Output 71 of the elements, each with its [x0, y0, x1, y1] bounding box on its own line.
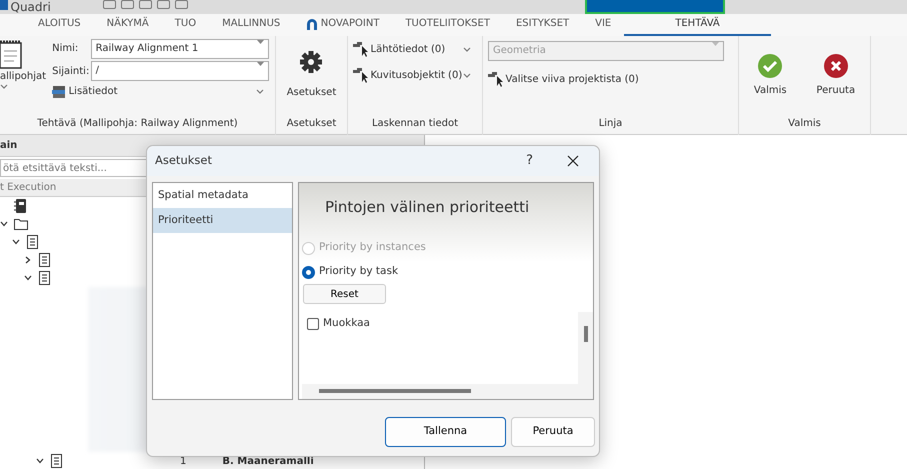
folder-icon: [14, 217, 28, 231]
group-label: Linja: [598, 117, 624, 131]
close-icon[interactable]: [567, 155, 579, 168]
field-label: Sijainti:: [52, 64, 88, 78]
cursor-pick-icon: [353, 41, 368, 57]
vertical-scrollbar[interactable]: [578, 312, 593, 384]
document-icon: [26, 235, 40, 249]
group-label: Valmis: [787, 117, 822, 131]
cursor-pick-icon: [488, 71, 503, 87]
chevron-down-icon[interactable]: [36, 457, 44, 465]
help-button[interactable]: ?: [526, 151, 533, 171]
document-icon: [50, 454, 64, 468]
settings-button[interactable]: Asetukset: [280, 36, 342, 115]
chevron-down-icon[interactable]: [12, 238, 20, 246]
caret-icon: [256, 40, 264, 44]
group-label: Asetukset: [286, 117, 338, 131]
field-label: Nimi:: [52, 42, 80, 56]
document-icon: [38, 253, 52, 267]
ribbon-tab[interactable]: VIE: [582, 14, 624, 36]
books-icon: [52, 84, 66, 98]
document-icon: [38, 271, 52, 285]
group-label: Laskennan tiedot: [370, 117, 460, 131]
toolbar-icon[interactable]: [139, 0, 152, 9]
pick-line-button[interactable]: Valitse viiva projektista (0): [488, 71, 738, 87]
toolbar-icon[interactable]: [103, 0, 116, 9]
caret-icon: [0, 84, 8, 88]
chevron-icon: [463, 72, 471, 78]
tree-item-label: B. Maaneramalli: [222, 454, 314, 468]
cancel-button[interactable]: Peruuta: [810, 54, 862, 98]
chevron-icon: [256, 88, 264, 94]
horizontal-scrollbar[interactable]: [302, 384, 593, 399]
radio-option[interactable]: Priority by task: [299, 260, 593, 284]
chevron-right-icon[interactable]: [24, 256, 32, 264]
toolbar-icon[interactable]: [175, 0, 188, 9]
ribbon-tab[interactable]: TUOTELIITOKSET: [392, 14, 503, 36]
ribbon-tab[interactable]: TUO: [162, 14, 210, 36]
app-logo-icon: [0, 0, 8, 10]
notebook-icon: [14, 199, 28, 213]
close-circle-icon: [824, 54, 848, 78]
chevron-icon: [463, 46, 471, 52]
context-tab[interactable]: [585, 0, 725, 14]
combo-field[interactable]: /: [90, 61, 269, 81]
gear-icon: [300, 51, 322, 73]
cursor-pick-icon: [353, 67, 368, 83]
template-button[interactable]: allipohjat: [0, 38, 46, 88]
chevron-down-icon[interactable]: [24, 274, 32, 282]
ribbon-tab[interactable]: NÄKYMÄ: [94, 14, 162, 36]
ribbon-tab[interactable]: ALOITUS: [25, 14, 94, 36]
app-title: Quadri: [10, 0, 51, 14]
checkbox-option[interactable]: Muokkaa: [299, 312, 578, 336]
toolbar-icon[interactable]: [157, 0, 170, 9]
ribbon-tab[interactable]: ESITYKSET: [502, 14, 582, 36]
nav-item[interactable]: Prioriteetti: [153, 208, 292, 233]
check-circle-icon: [758, 54, 782, 78]
done-button[interactable]: Valmis: [748, 54, 793, 98]
combo-field[interactable]: Railway Alignment 1: [90, 38, 269, 58]
reset-button[interactable]: Reset: [303, 284, 386, 304]
arch-icon: [306, 18, 318, 30]
dialog-button[interactable]: Peruuta: [511, 417, 595, 447]
chevron-down-icon[interactable]: [0, 220, 8, 228]
more-info-button[interactable]: Lisätiedot: [52, 84, 118, 98]
toolbar-icon[interactable]: [121, 0, 134, 9]
ribbon-tab[interactable]: NOVAPOINT: [293, 14, 392, 36]
row-number: 1: [180, 454, 186, 468]
ribbon-tab[interactable]: MALLINNUS: [209, 14, 294, 36]
data-picker-button[interactable]: Lähtötiedot (0): [353, 41, 446, 57]
caret-icon: [712, 42, 719, 46]
caret-icon: [256, 62, 264, 66]
dialog-button[interactable]: Tallenna: [385, 417, 506, 447]
group-label: Tehtävä (Mallipohja: Railway Alignment): [36, 117, 239, 131]
data-picker-button[interactable]: Kuvitusobjektit (0): [353, 67, 462, 83]
